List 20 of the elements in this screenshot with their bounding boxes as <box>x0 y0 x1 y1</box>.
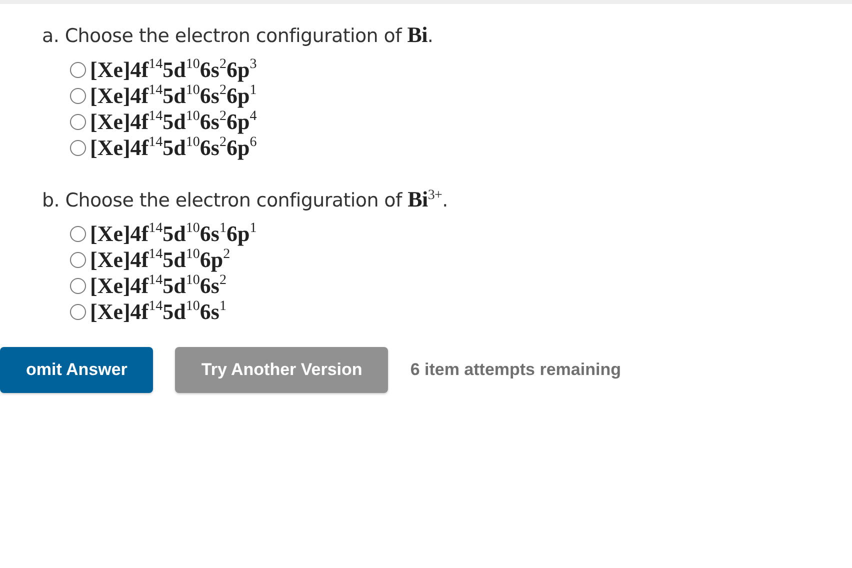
option-label: [Xe]4f$^{14}$5d$^{10}$6p$^{2}$ <box>90 247 230 274</box>
option-label: [Xe]4f$^{14}$5d$^{10}$6s$^{2}$6p$^{3}$ <box>90 57 257 83</box>
radio-button[interactable] <box>70 278 86 294</box>
submit-button[interactable]: omit Answer <box>0 347 154 394</box>
radio-button[interactable] <box>70 304 86 320</box>
option-label: [Xe]4f$^{14}$5d$^{10}$6s$^{1}$6p$^{1}$ <box>90 221 257 248</box>
option-label: [Xe]4f$^{14}$5d$^{10}$6s$^{2}$6p$^{6}$ <box>90 135 257 161</box>
radio-button[interactable] <box>70 88 86 104</box>
question-prompt: b. Choose the electron configuration of Bi$^{3+}$. <box>42 185 449 214</box>
option-label: [Xe]4f$^{14}$5d$^{10}$6s$^{2}$6p$^{4}$ <box>90 109 257 135</box>
radio-button[interactable] <box>70 226 86 242</box>
radio-button[interactable] <box>70 62 86 78</box>
question-prompt: a. Choose the electron configuration of Bi. <box>42 21 434 49</box>
option-label: [Xe]4f$^{14}$5d$^{10}$6s$^{2}$6p$^{1}$ <box>90 83 257 109</box>
radio-button[interactable] <box>70 114 86 130</box>
option-label: [Xe]4f$^{14}$5d$^{10}$6s$^{1}$ <box>90 299 226 326</box>
radio-button[interactable] <box>70 140 86 156</box>
attempts-text: 6 item attempts remaining <box>410 360 621 380</box>
option-label: [Xe]4f$^{14}$5d$^{10}$6s$^{2}$ <box>90 273 226 300</box>
radio-button[interactable] <box>70 252 86 268</box>
